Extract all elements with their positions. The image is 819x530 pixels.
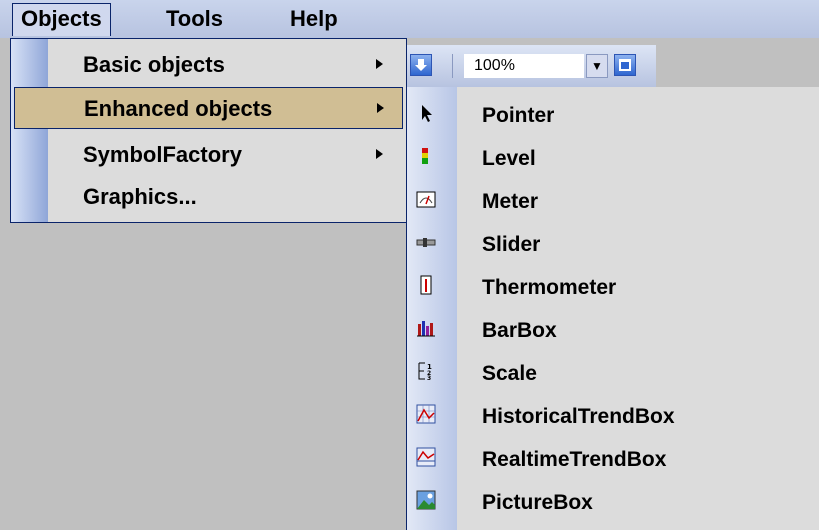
submenu-item-label: RealtimeTrendBox	[482, 448, 667, 471]
submenu-item-meter[interactable]: Meter	[407, 178, 819, 221]
thermometer-icon	[416, 275, 436, 295]
submenu-arrow-icon	[376, 59, 383, 69]
submenu-item-level[interactable]: Level	[407, 135, 819, 178]
picture-icon	[416, 490, 436, 510]
menu-bar: Objects Tools Help	[0, 0, 819, 38]
barbox-icon	[416, 318, 436, 338]
submenu-item-label: HistoricalTrendBox	[482, 405, 675, 428]
submenu-item-label: Meter	[482, 190, 539, 213]
menu-objects[interactable]: Objects	[12, 3, 111, 36]
zoom-value: 100%	[474, 57, 515, 74]
submenu-item-label: Level	[482, 147, 536, 170]
submenu-item-realtimetrendbox[interactable]: RealtimeTrendBox	[407, 436, 819, 479]
submenu-item-scale[interactable]: 123 Scale	[407, 350, 819, 393]
slider-icon	[416, 232, 436, 252]
menu-item-symbolfactory[interactable]: SymbolFactory	[48, 133, 406, 175]
download-icon[interactable]	[410, 54, 432, 76]
menu-item-enhanced-objects[interactable]: Enhanced objects	[14, 87, 403, 129]
submenu-item-slider[interactable]: Slider	[407, 221, 819, 264]
enhanced-objects-submenu: Pointer Level Meter Slider Thermometer B…	[406, 87, 819, 530]
zoom-select[interactable]: 100%	[464, 54, 584, 78]
submenu-item-label: Scale	[482, 362, 537, 385]
submenu-arrow-icon	[377, 103, 384, 113]
realtime-trend-icon	[416, 447, 436, 467]
objects-menu: Basic objects Enhanced objects SymbolFac…	[10, 38, 407, 223]
meter-icon	[416, 189, 436, 209]
submenu-item-label: Thermometer	[482, 276, 617, 299]
submenu-arrow-icon	[376, 149, 383, 159]
submenu-item-label: PictureBox	[482, 491, 593, 514]
menu-help[interactable]: Help	[282, 3, 346, 35]
toolbar: 100% ▼	[406, 45, 656, 88]
pointer-icon	[416, 103, 436, 123]
submenu-item-barbox[interactable]: BarBox	[407, 307, 819, 350]
svg-text:3: 3	[427, 375, 431, 381]
submenu-item-label: Pointer	[482, 104, 555, 127]
submenu-item-historicaltrendbox[interactable]: HistoricalTrendBox	[407, 393, 819, 436]
menu-item-graphics[interactable]: Graphics...	[48, 175, 406, 217]
menu-item-label: SymbolFactory	[83, 142, 242, 167]
scale-icon: 123	[416, 361, 436, 382]
menu-item-label: Basic objects	[83, 52, 225, 77]
submenu-item-label: Slider	[482, 233, 541, 256]
menu-icon-strip	[11, 39, 48, 222]
chevron-down-icon: ▼	[591, 59, 603, 73]
level-icon	[416, 146, 436, 166]
submenu-item-thermometer[interactable]: Thermometer	[407, 264, 819, 307]
submenu-item-label: BarBox	[482, 319, 557, 342]
menu-item-label: Enhanced objects	[84, 96, 273, 121]
menu-tools[interactable]: Tools	[158, 3, 231, 35]
window-icon[interactable]	[614, 54, 636, 76]
toolbar-separator	[452, 54, 453, 78]
zoom-dropdown-button[interactable]: ▼	[586, 54, 608, 78]
submenu-item-pointer[interactable]: Pointer	[407, 92, 819, 135]
submenu-item-picturebox[interactable]: PictureBox	[407, 479, 819, 522]
historical-trend-icon	[416, 404, 436, 424]
menu-item-basic-objects[interactable]: Basic objects	[48, 43, 406, 85]
menu-item-label: Graphics...	[83, 184, 197, 209]
